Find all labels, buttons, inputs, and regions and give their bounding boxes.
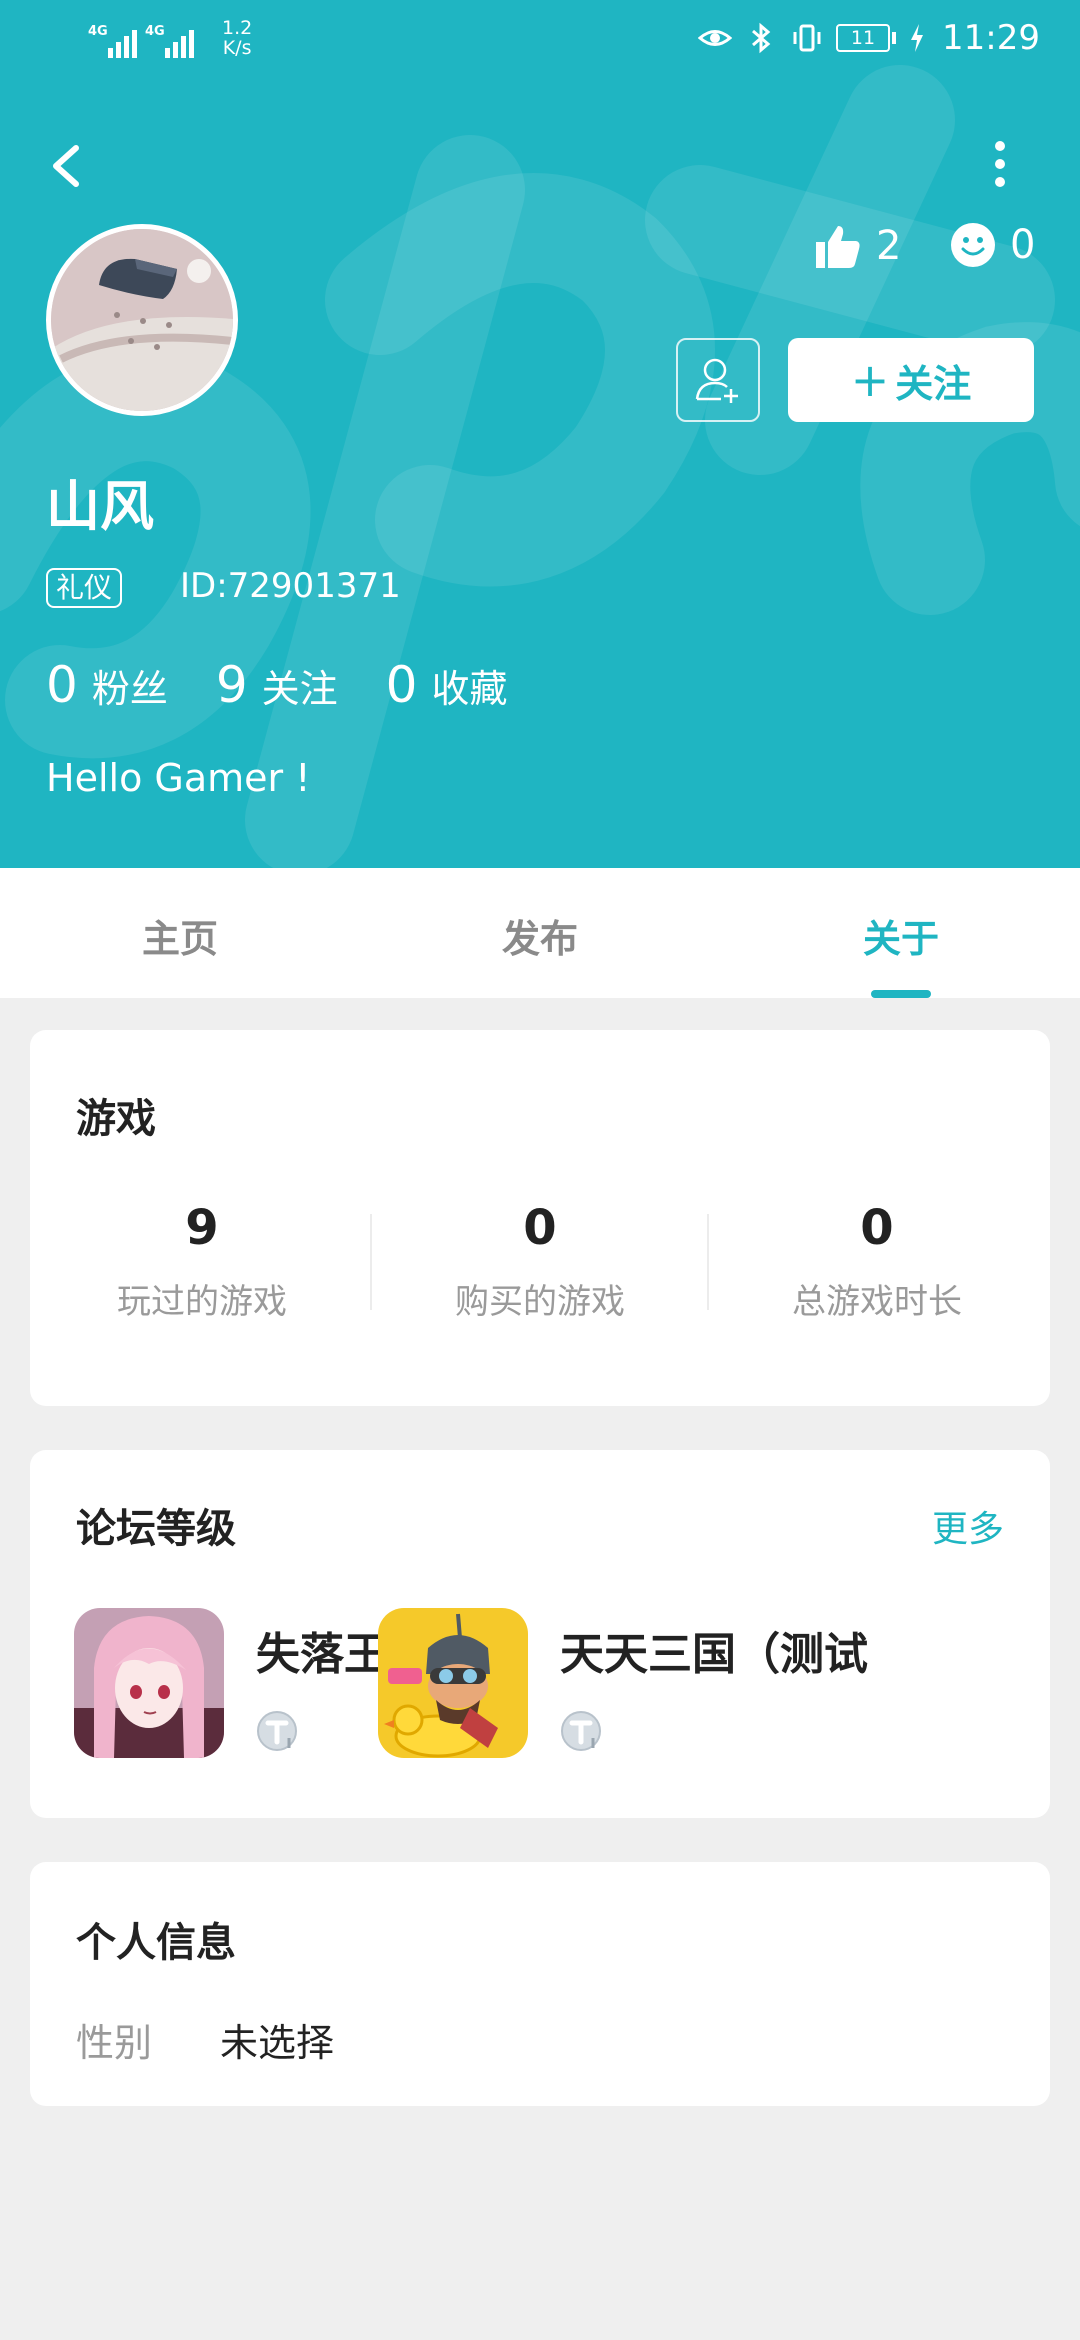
forum-level-card: 论坛等级 更多 失落王冠 天天三国（测试 [30,1450,1050,1818]
info-card-title: 个人信息 [76,1920,236,1966]
user-badge[interactable]: 礼仪 [46,568,123,608]
forum-game-list: 失落王冠 天天三国（测试 [30,1608,1050,1768]
add-friend-button[interactable] [676,338,760,422]
thumbs-up-icon [816,226,860,268]
profile-counts: 0 粉丝 9 关注 0 收藏 [46,656,555,714]
back-icon[interactable] [36,130,96,200]
purchased-games-stat[interactable]: 0 购买的游戏 [390,1200,690,1323]
signal-icon: 4G [145,24,194,58]
forum-card-title: 论坛等级 [76,1506,236,1552]
user-id: ID:72901371 [180,566,401,606]
smiles-stat[interactable]: 0 [950,222,1035,268]
smile-icon [951,223,995,267]
tab-indicator [871,990,931,998]
network-speed: 1.2 K/s [222,17,253,59]
tab-home[interactable]: 主页 [80,908,280,963]
eye-icon [698,30,733,46]
bluetooth-icon [752,22,771,54]
divider [370,1214,372,1310]
avatar[interactable] [46,224,238,416]
gender-label: 性别 [76,2021,153,2065]
game-icon-tiantian-sanguo [378,1608,528,1758]
username: 山风 [46,475,154,538]
charging-icon [911,24,924,52]
level-t1-badge [561,1711,601,1751]
likes-stat[interactable]: 2 [814,222,901,270]
profile-header: 4G 4G 1.2 K/s 11 11:29 2 0 + 关注 山风 礼仪 ID… [0,0,1080,868]
plus-icon: + [850,353,890,407]
level-t1-badge [257,1711,297,1751]
followers-count[interactable]: 0 粉丝 [46,656,168,714]
vibrate-icon [793,24,821,52]
battery-icon: 11 [836,24,897,52]
games-card: 游戏 9 玩过的游戏 0 购买的游戏 0 总游戏时长 [30,1030,1050,1406]
more-link[interactable]: 更多 [932,1500,1004,1552]
follow-button[interactable]: + 关注 [788,338,1034,422]
personal-info-card: 个人信息 性别 未选择 [30,1862,1050,2106]
status-bar: 4G 4G 1.2 K/s 11 11:29 [0,0,1080,80]
favorites-count[interactable]: 0 收藏 [386,656,508,714]
forum-game-item[interactable]: 天天三国（测试 [378,1608,868,1758]
user-bio: Hello Gamer ! [46,756,311,800]
profile-tabs: 主页 发布 关于 [0,868,1080,998]
tab-posts[interactable]: 发布 [440,908,640,963]
clock: 11:29 [942,18,1040,58]
gender-value: 未选择 [220,2021,335,2065]
more-vertical-icon[interactable] [980,130,1020,200]
brand-watermark [0,65,1080,868]
add-user-icon [695,358,738,403]
game-icon-lost-crown [74,1608,224,1758]
divider [707,1214,709,1310]
gender-row: 性别 未选择 [76,2012,334,2067]
following-count[interactable]: 9 关注 [216,656,338,714]
total-playtime-stat[interactable]: 0 总游戏时长 [727,1200,1027,1323]
games-card-title: 游戏 [76,1096,156,1142]
tab-about[interactable]: 关于 [801,908,1001,963]
played-games-stat[interactable]: 9 玩过的游戏 [52,1200,352,1323]
signal-icon: 4G [88,24,137,58]
